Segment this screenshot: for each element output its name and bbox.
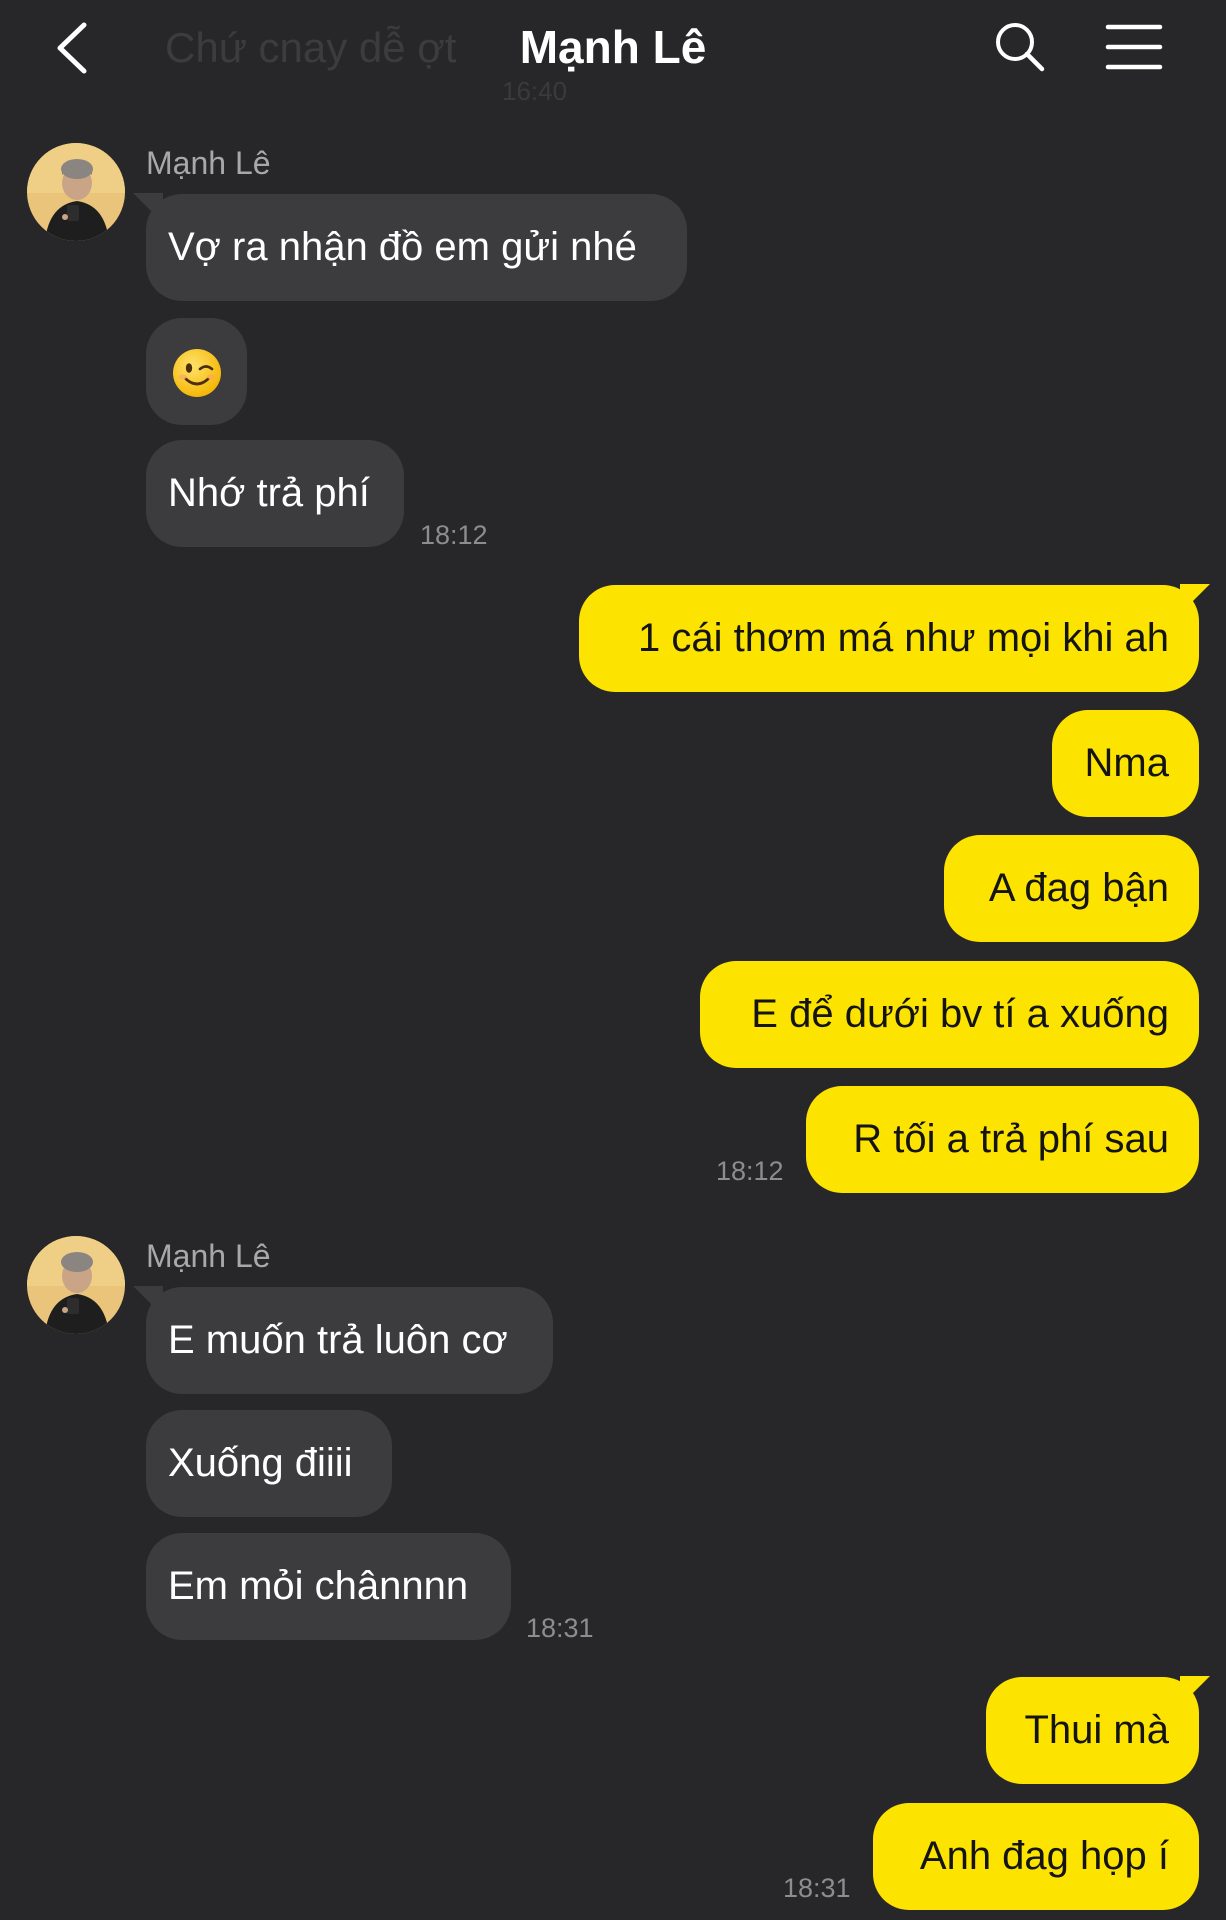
sender-name: Mạnh Lê [146,145,271,181]
emoji-message-bubble[interactable] [146,318,247,425]
hamburger-menu-icon [1105,24,1163,70]
search-icon [996,23,1045,72]
message-bubble[interactable]: 1 cái thơm má như mọi khi ah [579,585,1199,692]
message-bubble[interactable]: Thui mà [986,1677,1199,1784]
avatar-photo [27,1236,125,1334]
message-bubble[interactable]: E muốn trả luôn cơ [146,1287,553,1394]
menu-button[interactable] [1102,18,1166,78]
message-bubble[interactable]: Xuống điiii [146,1410,392,1517]
search-button[interactable] [990,18,1050,78]
message-bubble[interactable]: Vợ ra nhận đồ em gửi nhé [146,194,687,301]
chat-header: Chứ cnay dễ ợt 16:40 Mạnh Lê [0,0,1226,106]
winking-face-emoji-icon [172,349,221,398]
scrolled-message-time: 16:40 [502,76,568,106]
message-bubble[interactable]: R tối a trả phí sau [806,1086,1199,1193]
message-bubble[interactable]: Nhớ trả phí [146,440,404,547]
message-bubble[interactable]: Em mỏi chânnnn [146,1533,511,1640]
message-time: 18:31 [783,1873,851,1903]
message-bubble[interactable]: A đag bận [944,835,1199,942]
avatar[interactable] [27,143,125,241]
sender-name: Mạnh Lê [146,1238,271,1274]
avatar[interactable] [27,1236,125,1334]
message-bubble[interactable]: Nma [1052,710,1199,817]
message-time: 18:31 [526,1613,594,1643]
message-bubble[interactable]: Anh đag họp í [873,1803,1199,1910]
message-time: 18:12 [716,1156,784,1186]
message-time: 18:12 [420,520,488,550]
message-bubble[interactable]: E để dưới bv tí a xuống [700,961,1199,1068]
avatar-photo [27,143,125,241]
